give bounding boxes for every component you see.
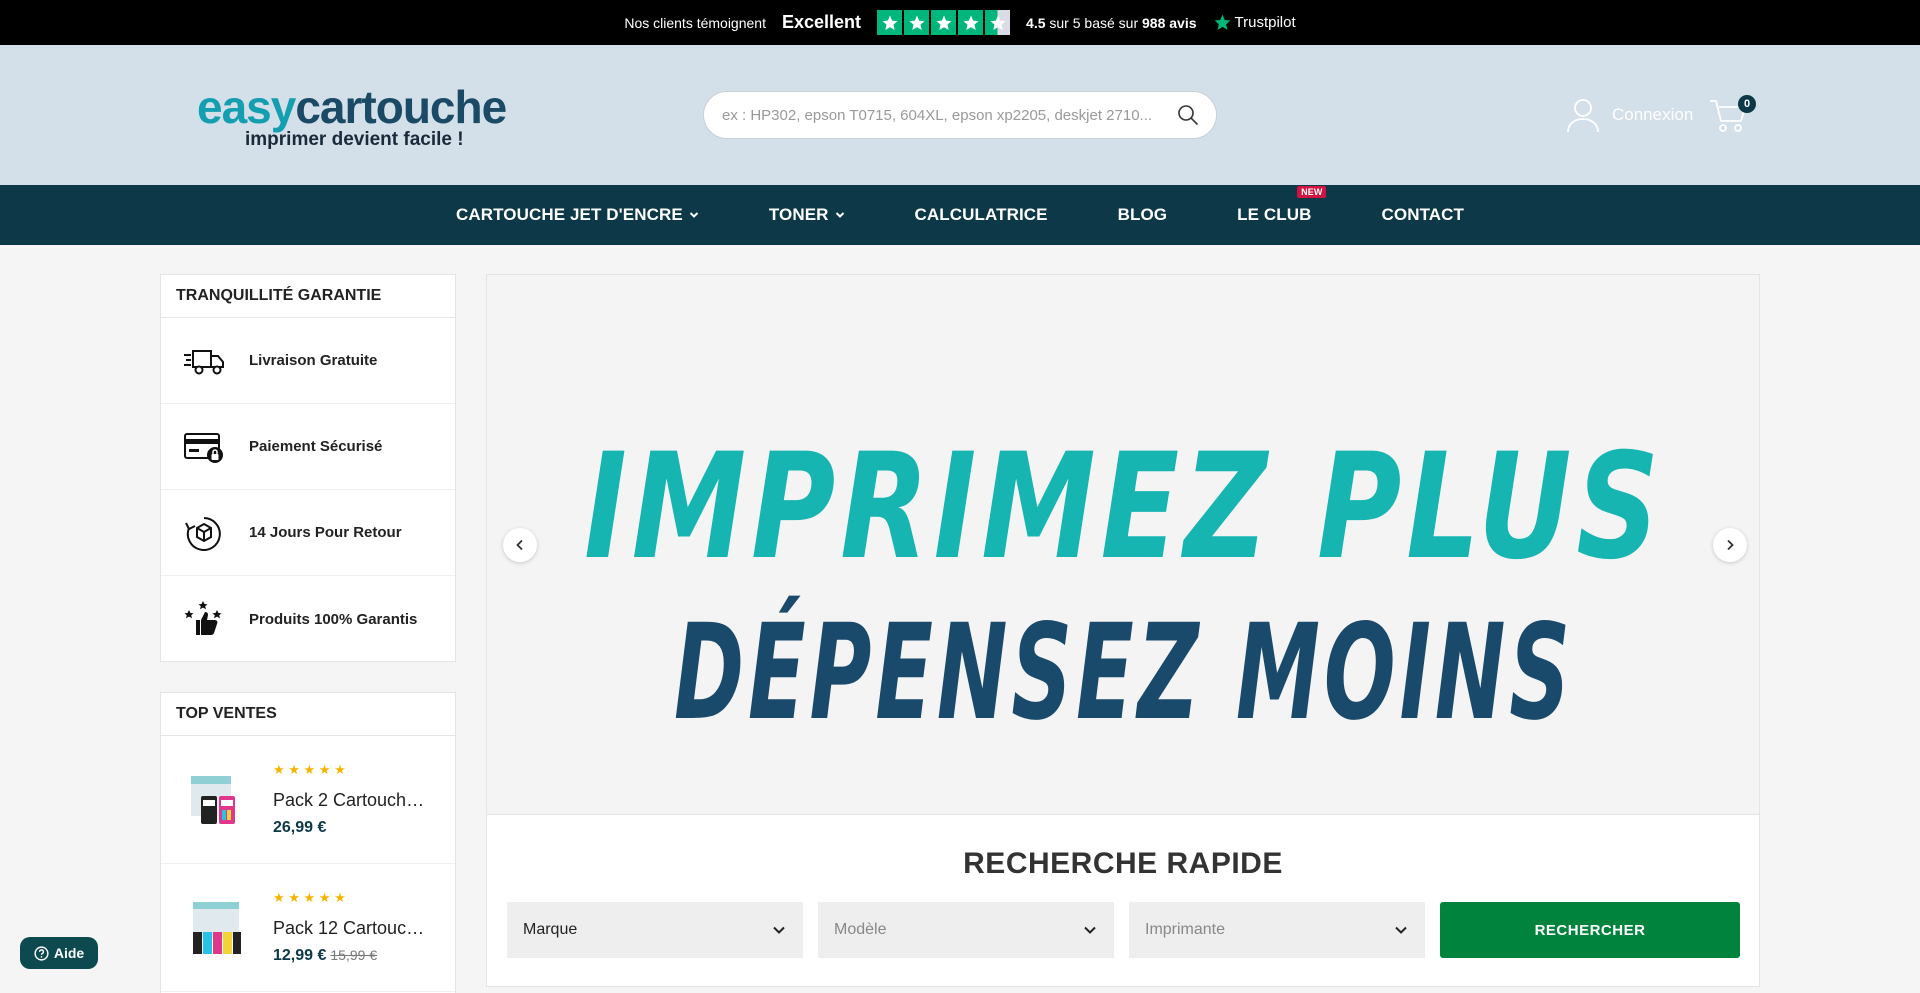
top-sales-panel: TOP VENTES ★ ★ ★ ★ ★ Pack 2 Cartouches 2… <box>160 692 456 993</box>
trustpilot-logo: Trustpilot <box>1213 13 1296 32</box>
carousel-next-button[interactable] <box>1713 528 1747 562</box>
thumbs-up-stars-icon <box>183 600 225 638</box>
nav-item-le-club[interactable]: LE CLUB NEW <box>1237 186 1327 225</box>
nav-item-contact[interactable]: CONTACT <box>1382 205 1465 225</box>
site-logo[interactable]: easycartouche imprimer devient facile ! <box>197 83 507 151</box>
trustpilot-score: 4.5 sur 5 basé sur 988 avis <box>1026 14 1197 31</box>
product-price: 26,99 € <box>273 819 327 836</box>
guarantee-item: Paiement Sécurisé <box>161 404 455 490</box>
guarantee-title: TRANQUILLITÉ GARANTIE <box>161 275 455 318</box>
nav-item-toner[interactable]: TONER <box>769 205 845 225</box>
site-header: easycartouche imprimer devient facile ! … <box>0 45 1920 185</box>
account-link[interactable]: Connexion <box>1566 97 1693 133</box>
nav-item-blog[interactable]: BLOG <box>1118 205 1168 225</box>
trustpilot-stars <box>877 10 1011 35</box>
star-icon <box>931 10 957 35</box>
quick-search-title: RECHERCHE RAPIDE <box>963 847 1283 880</box>
chevron-down-icon <box>771 922 787 938</box>
truck-icon <box>183 342 225 380</box>
product-old-price: 15,99 € <box>330 947 378 963</box>
trustpilot-rating-word: Excellent <box>781 12 862 32</box>
guarantee-item: 14 Jours Pour Retour <box>161 490 455 576</box>
product-rating: ★ ★ ★ ★ ★ <box>273 890 346 905</box>
brand-select[interactable]: Marque <box>507 902 803 958</box>
secure-payment-icon <box>183 428 225 466</box>
hero-banner[interactable]: IMPRIMEZ PLUS DÉPENSEZ MOINS <box>486 274 1760 815</box>
chevron-left-icon <box>516 539 523 551</box>
top-sales-title: TOP VENTES <box>161 693 455 736</box>
hero-line-1: IMPRIMEZ PLUS <box>584 422 1664 592</box>
hero-line-2: DÉPENSEZ MOINS <box>674 595 1574 750</box>
trustpilot-lead: Nos clients témoignent <box>624 14 766 31</box>
chevron-down-icon <box>1393 922 1409 938</box>
chevron-down-icon <box>689 210 699 220</box>
product-item[interactable]: ★ ★ ★ ★ ★ Pack 2 Cartouches 26,99 € <box>161 736 455 864</box>
product-name[interactable]: Pack 12 Cartouches <box>273 918 425 939</box>
half-star-icon <box>985 10 1011 35</box>
cart-button[interactable]: 0 <box>1708 95 1756 135</box>
model-select[interactable]: Modèle <box>818 902 1114 958</box>
search-input[interactable] <box>722 106 1176 124</box>
trustpilot-star-icon <box>1214 14 1230 30</box>
nav-item-cartouche[interactable]: CARTOUCHE JET D'ENCRE <box>456 205 699 225</box>
star-icon <box>904 10 930 35</box>
guarantee-item: Livraison Gratuite <box>161 318 455 404</box>
account-label: Connexion <box>1612 105 1694 124</box>
product-item[interactable]: ★ ★ ★ ★ ★ Pack 12 Cartouches 12,99 €15,9… <box>161 864 455 992</box>
search-bar <box>703 91 1217 139</box>
chevron-down-icon <box>835 210 845 220</box>
help-button[interactable]: Aide <box>20 937 98 969</box>
guarantee-item: Produits 100% Garantis <box>161 576 455 662</box>
product-name[interactable]: Pack 2 Cartouches <box>273 790 425 811</box>
quick-search: RECHERCHE RAPIDE Marque Modèle Imprimant… <box>486 815 1760 987</box>
cart-count-badge: 0 <box>1738 95 1756 113</box>
product-rating: ★ ★ ★ ★ ★ <box>273 762 346 777</box>
star-icon <box>877 10 903 35</box>
search-icon[interactable] <box>1176 103 1200 127</box>
nav-item-calculatrice[interactable]: CALCULATRICE <box>915 205 1048 225</box>
guarantee-panel: TRANQUILLITÉ GARANTIE Livraison Gratuite… <box>160 274 456 662</box>
user-icon <box>1567 99 1599 133</box>
new-badge: NEW <box>1297 186 1327 198</box>
star-icon <box>958 10 984 35</box>
product-price: 12,99 €15,99 € <box>273 947 378 964</box>
search-submit-button[interactable]: RECHERCHER <box>1440 902 1740 958</box>
trustpilot-bar[interactable]: Nos clients témoignent Excellent 4.5 sur… <box>0 0 1920 45</box>
help-icon <box>34 945 49 961</box>
product-image[interactable] <box>189 770 245 830</box>
main-nav: CARTOUCHE JET D'ENCRE TONER CALCULATRICE… <box>0 185 1920 245</box>
carousel-prev-button[interactable] <box>503 528 537 562</box>
chevron-down-icon <box>1082 922 1098 938</box>
return-box-icon <box>183 514 225 552</box>
product-image[interactable] <box>189 898 245 958</box>
hero-artwork: IMPRIMEZ PLUS DÉPENSEZ MOINS <box>584 422 1664 750</box>
printer-select[interactable]: Imprimante <box>1129 902 1425 958</box>
chevron-right-icon <box>1727 539 1734 551</box>
